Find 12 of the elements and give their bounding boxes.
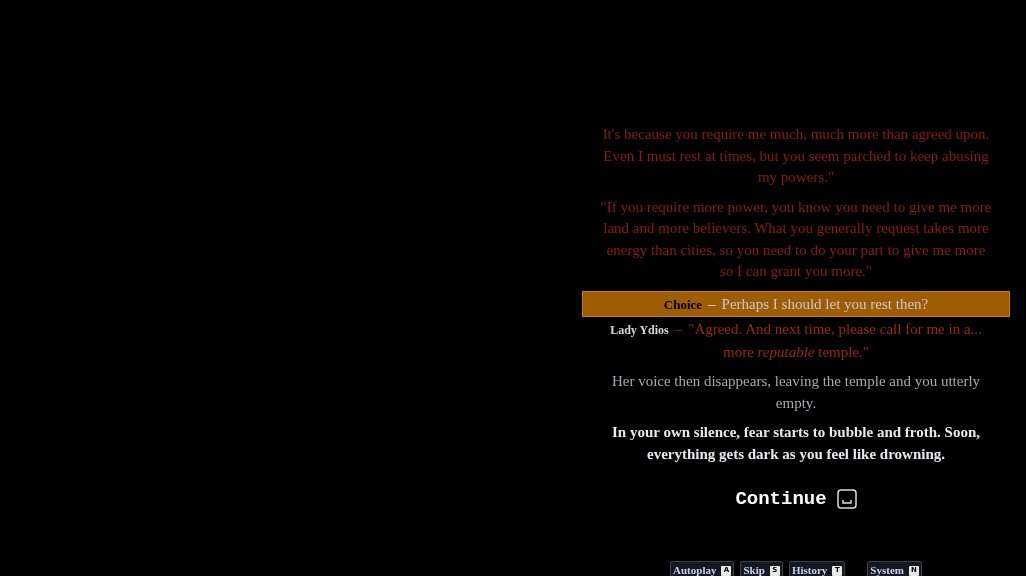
dialogue-text: It's because you require me much, much more than agreed upon. Even I must rest at times, but you seem parched to keep abusing my powers." bbox=[601, 125, 991, 187]
narration-text: Her voice then disappears, leaving the temple and you utterly empty. bbox=[610, 372, 982, 413]
separator-dash: – bbox=[708, 294, 716, 314]
separator-dash: – bbox=[674, 321, 683, 337]
choice-text: Perhaps I should let you rest then? bbox=[721, 294, 929, 314]
dialogue-text: "Agreed. And next time, please call for me in a... more reputable temple." bbox=[688, 321, 982, 360]
space-key-icon bbox=[836, 489, 857, 510]
narration-text: In your own silence, fear starts to bubble and froth. Soon, everything gets dark as you feel like drowning. bbox=[611, 423, 981, 464]
continue-button[interactable]: Continue bbox=[735, 485, 857, 514]
speaker-name: Choice bbox=[663, 295, 703, 314]
dialogue-text: "If you require more power, you know you need to give me more land and more believers. What you generally request takes more energy than cities, so you need to do your part to give me more so I can grant you more." bbox=[599, 197, 993, 281]
speaker-name: Lady Ydios bbox=[610, 323, 669, 337]
